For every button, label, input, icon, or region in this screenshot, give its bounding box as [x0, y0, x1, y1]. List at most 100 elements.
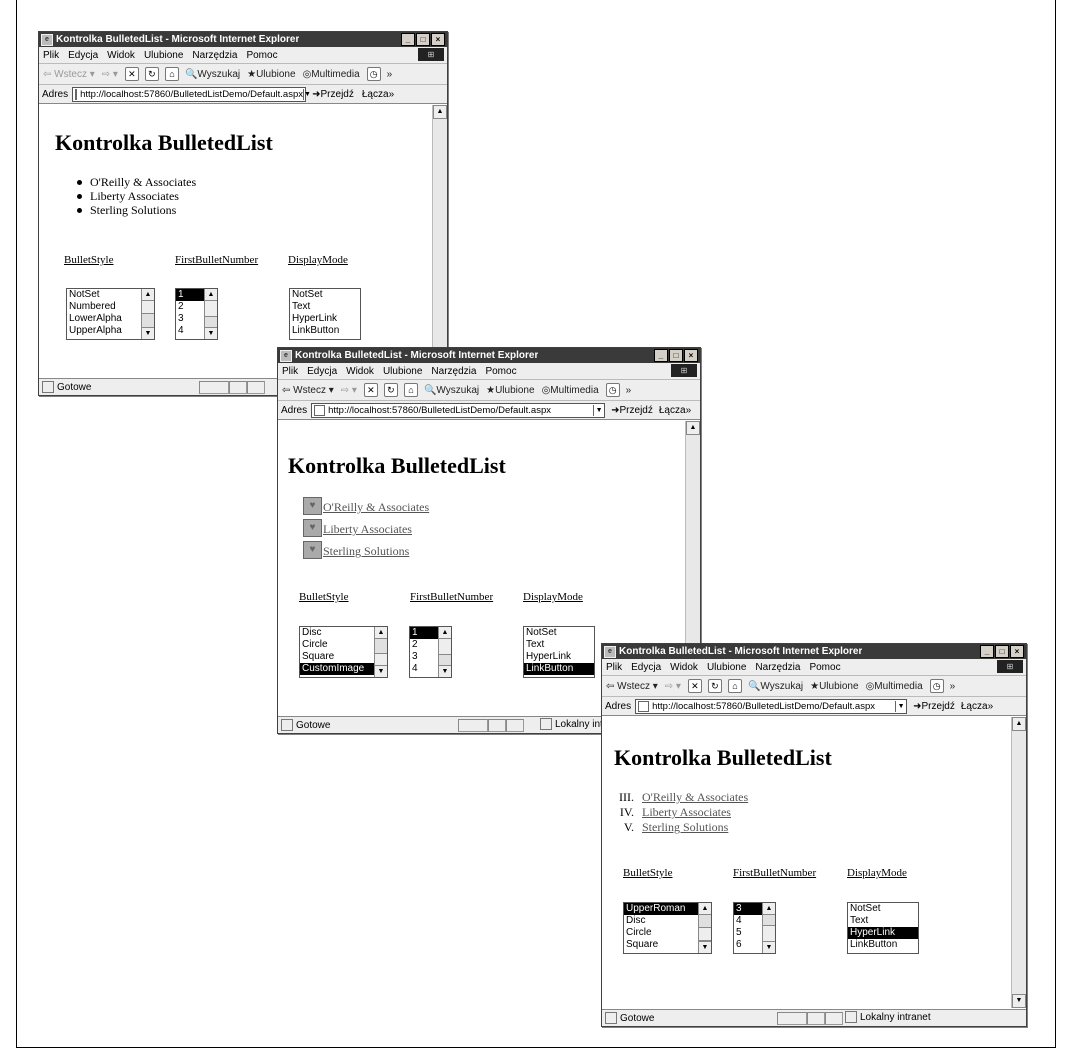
scroll-thumb[interactable]: [699, 927, 711, 941]
history-icon[interactable]: ◷: [366, 67, 381, 81]
forward-button[interactable]: ⇨ ▾: [341, 385, 357, 396]
more-chevron-icon[interactable]: »: [626, 385, 632, 396]
menu-help[interactable]: Pomoc: [809, 662, 840, 673]
favorites-button[interactable]: ★Ulubione: [810, 681, 858, 692]
chevron-down-icon[interactable]: ▼: [302, 88, 311, 100]
scroll-thumb[interactable]: [763, 925, 775, 942]
minimize-button[interactable]: _: [654, 349, 668, 362]
links-label[interactable]: Łącza: [362, 89, 389, 100]
list-item[interactable]: IV. Liberty Associates: [616, 805, 748, 820]
menu-tools[interactable]: Narzędzia: [431, 366, 476, 377]
forward-button[interactable]: ⇨ ▾: [102, 69, 118, 80]
scroll-down-icon[interactable]: ▼: [1012, 994, 1026, 1008]
bulletstyle-listbox[interactable]: Disc Circle Square CustomImage ▲ ▼: [299, 626, 388, 678]
menu-edit[interactable]: Edycja: [307, 366, 337, 377]
maximize-button[interactable]: □: [995, 645, 1009, 658]
menu-view[interactable]: Widok: [670, 662, 698, 673]
displaymode-listbox[interactable]: NotSet Text HyperLink LinkButton: [523, 626, 595, 678]
minimize-button[interactable]: _: [401, 33, 415, 46]
list-item-link[interactable]: Sterling Solutions: [642, 820, 728, 835]
refresh-icon[interactable]: ↻: [707, 679, 722, 693]
more-chevron-icon[interactable]: »: [950, 681, 956, 692]
media-button[interactable]: ◎Multimedia: [303, 69, 360, 80]
listbox-option[interactable]: HyperLink: [848, 927, 918, 939]
scroll-up-icon[interactable]: ▲: [699, 903, 711, 915]
scroll-thumb[interactable]: [439, 638, 451, 655]
firstbulletnumber-listbox[interactable]: 3 4 5 6 ▲ ▼: [733, 902, 776, 954]
stop-icon[interactable]: ✕: [124, 67, 139, 81]
address-input[interactable]: http://localhost:57860/BulletedListDemo/…: [311, 402, 606, 418]
menu-favorites[interactable]: Ulubione: [144, 50, 183, 61]
more-chevron-icon[interactable]: »: [387, 69, 393, 80]
list-item[interactable]: ♥ Sterling Solutions: [303, 537, 429, 559]
menu-edit[interactable]: Edycja: [68, 50, 98, 61]
scroll-up-icon[interactable]: ▲: [433, 105, 447, 119]
go-button[interactable]: ➜Przejdź: [312, 89, 354, 100]
back-button[interactable]: ⇦ Wstecz ▾: [43, 69, 95, 80]
media-button[interactable]: ◎Multimedia: [866, 681, 923, 692]
close-button[interactable]: ×: [1010, 645, 1024, 658]
listbox-option[interactable]: LinkButton: [848, 939, 918, 951]
home-icon[interactable]: ⌂: [164, 67, 179, 81]
listbox-scrollbar[interactable]: ▲ ▼: [141, 289, 154, 339]
scroll-down-icon[interactable]: ▼: [699, 941, 711, 953]
menu-view[interactable]: Widok: [107, 50, 135, 61]
listbox-scrollbar[interactable]: ▲ ▼: [698, 903, 711, 953]
history-icon[interactable]: ◷: [929, 679, 944, 693]
menu-tools[interactable]: Narzędzia: [192, 50, 237, 61]
listbox-option[interactable]: HyperLink: [524, 651, 594, 663]
listbox-scrollbar[interactable]: ▲ ▼: [374, 627, 387, 677]
list-item[interactable]: ♥ Liberty Associates: [303, 515, 429, 537]
menu-edit[interactable]: Edycja: [631, 662, 661, 673]
search-button[interactable]: 🔍Wyszukaj: [424, 385, 479, 396]
address-input[interactable]: http://localhost:57860/BulletedListDemo/…: [635, 698, 908, 714]
chevron-down-icon[interactable]: ▼: [895, 700, 906, 712]
listbox-option[interactable]: NotSet: [290, 289, 360, 301]
page-scrollbar[interactable]: ▲ ▼: [1011, 717, 1026, 1008]
list-item-link[interactable]: Sterling Solutions: [323, 544, 409, 559]
refresh-icon[interactable]: ↻: [144, 67, 159, 81]
menu-file[interactable]: Plik: [282, 366, 298, 377]
chevron-down-icon[interactable]: ▼: [593, 404, 604, 416]
maximize-button[interactable]: □: [669, 349, 683, 362]
links-label[interactable]: Łącza: [961, 701, 988, 712]
list-item-link[interactable]: Liberty Associates: [642, 805, 731, 820]
listbox-option[interactable]: NotSet: [524, 627, 594, 639]
stop-icon[interactable]: ✕: [363, 383, 378, 397]
go-button[interactable]: ➜Przejdź: [611, 405, 653, 416]
listbox-option[interactable]: LinkButton: [524, 663, 594, 675]
home-icon[interactable]: ⌂: [403, 383, 418, 397]
listbox-scrollbar[interactable]: ▲ ▼: [438, 627, 451, 677]
bulletstyle-listbox[interactable]: NotSet Numbered LowerAlpha UpperAlpha ▲ ▼: [66, 288, 155, 340]
scroll-up-icon[interactable]: ▲: [375, 627, 387, 639]
history-icon[interactable]: ◷: [605, 383, 620, 397]
list-item[interactable]: V. Sterling Solutions: [616, 820, 748, 835]
close-button[interactable]: ×: [684, 349, 698, 362]
listbox-option[interactable]: Text: [848, 915, 918, 927]
search-button[interactable]: 🔍Wyszukaj: [748, 681, 803, 692]
scroll-down-icon[interactable]: ▼: [375, 665, 387, 677]
scroll-down-icon[interactable]: ▼: [763, 941, 775, 953]
favorites-button[interactable]: ★Ulubione: [247, 69, 295, 80]
scroll-thumb[interactable]: [142, 300, 154, 314]
stop-icon[interactable]: ✕: [687, 679, 702, 693]
favorites-button[interactable]: ★Ulubione: [486, 385, 534, 396]
menu-favorites[interactable]: Ulubione: [383, 366, 422, 377]
displaymode-listbox[interactable]: NotSet Text HyperLink LinkButton: [847, 902, 919, 954]
scroll-down-icon[interactable]: ▼: [439, 665, 451, 677]
list-item-link[interactable]: O'Reilly & Associates: [642, 790, 748, 805]
go-button[interactable]: ➜Przejdź: [913, 701, 955, 712]
menu-tools[interactable]: Narzędzia: [755, 662, 800, 673]
scroll-up-icon[interactable]: ▲: [686, 421, 700, 435]
back-button[interactable]: ⇦ Wstecz ▾: [282, 385, 334, 396]
forward-button[interactable]: ⇨ ▾: [665, 681, 681, 692]
listbox-option[interactable]: Text: [290, 301, 360, 313]
title-bar[interactable]: e Kontrolka BulletedList - Microsoft Int…: [602, 644, 1026, 659]
listbox-option[interactable]: NotSet: [848, 903, 918, 915]
menu-help[interactable]: Pomoc: [485, 366, 516, 377]
firstbulletnumber-listbox[interactable]: 1 2 3 4 ▲ ▼: [409, 626, 452, 678]
displaymode-listbox[interactable]: NotSet Text HyperLink LinkButton: [289, 288, 361, 340]
title-bar[interactable]: e Kontrolka BulletedList - Microsoft Int…: [39, 32, 447, 47]
list-item[interactable]: ♥ O'Reilly & Associates: [303, 493, 429, 515]
maximize-button[interactable]: □: [416, 33, 430, 46]
